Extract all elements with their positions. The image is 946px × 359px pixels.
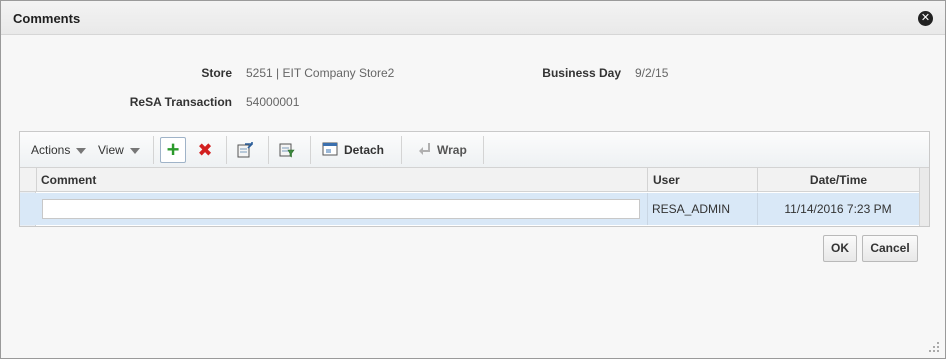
ok-button[interactable]: OK	[823, 235, 857, 262]
comments-dialog: Comments ✕ Store 5251 | EIT Company Stor…	[0, 0, 946, 359]
column-divider	[647, 193, 648, 225]
dialog-title: Comments	[13, 11, 81, 26]
export-icon	[237, 142, 253, 158]
store-label: Store	[201, 66, 232, 80]
column-header-user[interactable]: User	[647, 168, 757, 192]
resize-grip-icon[interactable]	[929, 342, 939, 352]
chevron-down-icon	[76, 147, 87, 154]
toolbar-separator	[226, 136, 227, 164]
dialog-titlebar[interactable]: Comments ✕	[1, 1, 945, 35]
datetime-cell: 11/14/2016 7:23 PM	[784, 202, 892, 216]
resa-transaction-label: ReSA Transaction	[129, 95, 232, 109]
view-menu-label: View	[98, 143, 124, 157]
toolbar-separator	[310, 136, 311, 164]
column-divider	[757, 193, 758, 225]
detach-icon	[322, 142, 338, 156]
toolbar-separator	[153, 136, 154, 164]
export-button[interactable]	[232, 137, 258, 163]
user-cell: RESA_ADMIN	[652, 202, 731, 216]
query-by-example-button[interactable]	[274, 137, 300, 163]
wrap-icon	[419, 143, 430, 155]
business-day-label: Business Day	[542, 66, 621, 80]
delete-row-button[interactable]: ✖	[192, 137, 218, 163]
comments-table-panel: Actions View + ✖ Detach Wrap Comment Use…	[19, 131, 930, 227]
query-by-example-icon	[279, 143, 295, 158]
delete-x-icon: ✖	[197, 140, 213, 160]
resa-transaction-value: 54000001	[246, 95, 300, 109]
chevron-down-icon	[129, 147, 140, 154]
toolbar-separator	[483, 136, 484, 164]
add-plus-icon: +	[166, 137, 180, 162]
cancel-button[interactable]: Cancel	[862, 235, 918, 262]
comment-input[interactable]	[42, 199, 640, 219]
view-menu[interactable]: View	[98, 143, 140, 157]
add-row-button[interactable]: +	[160, 137, 186, 163]
table-scrollbar[interactable]	[919, 168, 929, 226]
table-row[interactable]: RESA_ADMIN 11/14/2016 7:23 PM	[20, 193, 919, 225]
actions-menu[interactable]: Actions	[31, 143, 87, 157]
wrap-label: Wrap	[437, 143, 467, 157]
table-header: Comment User Date/Time	[20, 168, 929, 192]
toolbar-separator	[268, 136, 269, 164]
toolbar-separator	[401, 136, 402, 164]
business-day-value: 9/2/15	[635, 66, 669, 80]
detach-label: Detach	[344, 143, 385, 157]
wrap-button[interactable]: Wrap	[417, 137, 467, 163]
actions-menu-label: Actions	[31, 143, 71, 157]
close-icon[interactable]: ✕	[918, 11, 933, 26]
store-value: 5251 | EIT Company Store2	[246, 66, 395, 80]
table-toolbar: Actions View + ✖ Detach Wrap	[20, 132, 929, 168]
column-header-datetime[interactable]: Date/Time	[757, 168, 919, 192]
detach-button[interactable]: Detach	[322, 137, 384, 163]
column-header-comment[interactable]: Comment	[36, 168, 647, 192]
